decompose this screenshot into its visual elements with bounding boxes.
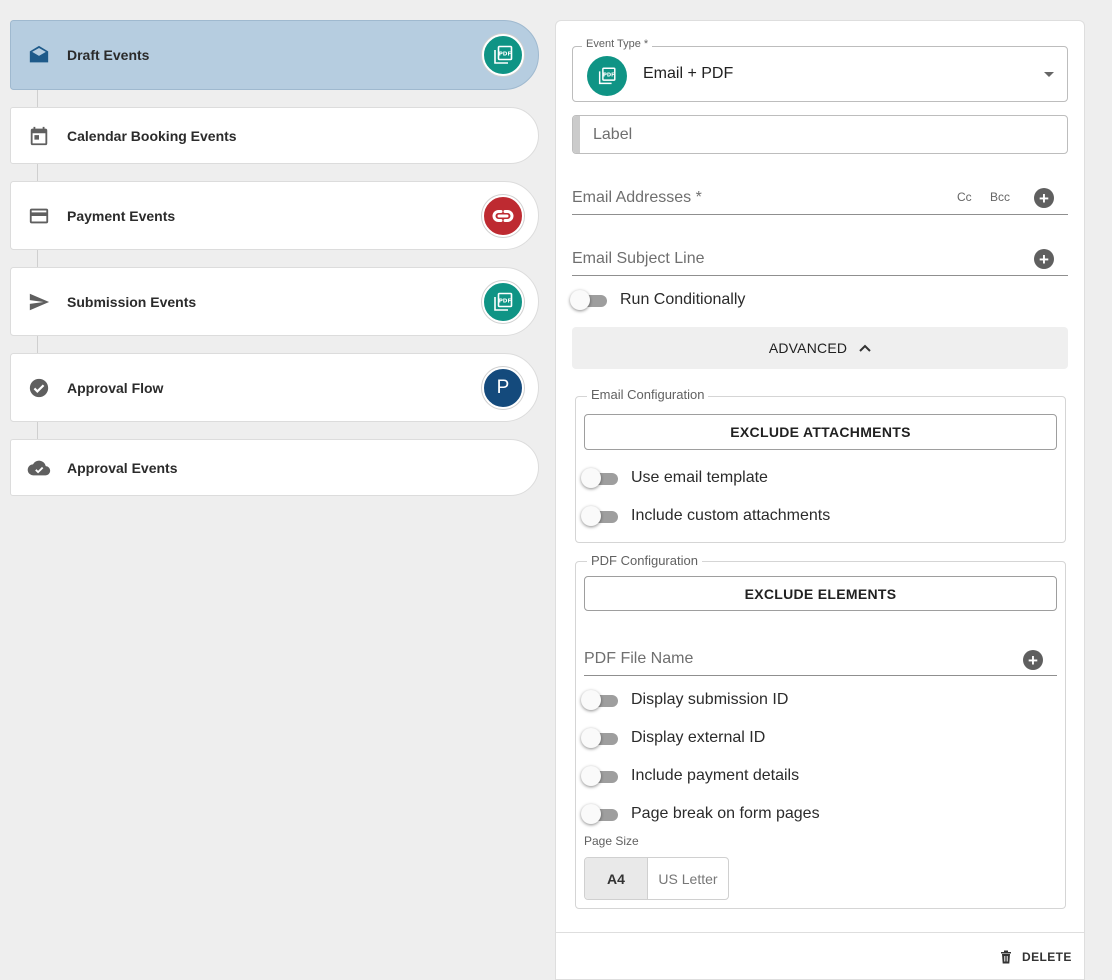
chevron-down-icon xyxy=(1044,72,1054,77)
page-size-label: Page Size xyxy=(584,834,639,848)
svg-text:PDF: PDF xyxy=(499,298,512,304)
svg-text:PDF: PDF xyxy=(499,52,512,58)
event-config-panel: PDF Email + PDF Event Type * Label Email… xyxy=(555,20,1085,980)
cc-button[interactable]: Cc xyxy=(957,190,972,204)
bcc-button[interactable]: Bcc xyxy=(990,190,1010,204)
event-label: Submission Events xyxy=(67,293,197,310)
connector xyxy=(37,163,38,181)
calendar-icon xyxy=(27,124,51,148)
use-email-template-toggle[interactable] xyxy=(581,468,618,488)
event-item-draft-events[interactable]: Draft Events PDF xyxy=(10,20,539,90)
delete-button[interactable]: DELETE xyxy=(1000,947,1072,967)
label-input[interactable]: Label xyxy=(572,115,1068,154)
run-conditionally-toggle[interactable] xyxy=(570,290,607,310)
event-item-payment-events[interactable]: Payment Events xyxy=(10,181,539,250)
display-external-id-toggle[interactable] xyxy=(581,728,618,748)
email-addresses-input[interactable] xyxy=(572,181,942,215)
advanced-label: ADVANCED xyxy=(768,340,848,356)
chevron-up-icon xyxy=(859,344,871,352)
include-custom-attachments-toggle[interactable] xyxy=(581,506,618,526)
exclude-elements-button[interactable]: EXCLUDE ELEMENTS xyxy=(584,576,1057,611)
pdf-icon: PDF xyxy=(494,45,513,64)
footer-divider xyxy=(556,932,1084,933)
label-placeholder: Label xyxy=(593,126,633,143)
exclude-attachments-button[interactable]: EXCLUDE ATTACHMENTS xyxy=(584,414,1057,450)
event-label: Approval Flow xyxy=(67,379,164,396)
pdf-configuration-legend: PDF Configuration xyxy=(587,553,702,568)
connector xyxy=(37,335,38,353)
event-type-value: Email + PDF xyxy=(643,65,734,82)
page-break-toggle[interactable] xyxy=(581,804,618,824)
event-item-submission-events[interactable]: Submission Events PDF xyxy=(10,267,539,336)
event-label: Approval Events xyxy=(67,459,178,476)
page-size-toggle-group: A4 US Letter xyxy=(584,857,729,900)
pdf-badge: PDF xyxy=(482,280,524,323)
pdf-icon: PDF xyxy=(587,56,627,96)
event-label: Payment Events xyxy=(67,207,176,224)
label-input-accent xyxy=(573,116,580,153)
display-external-id-label: Display external ID xyxy=(631,729,766,746)
svg-text:PDF: PDF xyxy=(603,73,615,79)
email-subject-underline xyxy=(572,275,1068,276)
envelope-open-icon xyxy=(27,43,51,67)
pdf-badge: PDF xyxy=(482,34,524,76)
include-payment-details-toggle[interactable] xyxy=(581,766,618,786)
event-item-approval-flow[interactable]: Approval Flow P xyxy=(10,353,539,422)
cloud-check-icon xyxy=(27,456,51,480)
add-file-name-variable-icon[interactable]: + xyxy=(1023,650,1043,670)
email-configuration-legend: Email Configuration xyxy=(587,387,709,402)
use-email-template-label: Use email template xyxy=(631,469,768,486)
include-payment-details-label: Include payment details xyxy=(631,767,800,784)
run-conditionally-label: Run Conditionally xyxy=(620,291,746,308)
pdf-file-name-input[interactable] xyxy=(584,641,1014,675)
event-item-approval-events[interactable]: Approval Events xyxy=(10,439,539,496)
check-circle-icon xyxy=(27,376,51,400)
connector xyxy=(37,249,38,267)
event-item-calendar-booking-events[interactable]: Calendar Booking Events xyxy=(10,107,539,164)
pdf-file-name-underline xyxy=(584,675,1057,676)
event-label: Draft Events xyxy=(67,47,150,63)
event-type-select[interactable]: PDF Email + PDF xyxy=(572,46,1068,102)
include-custom-attachments-label: Include custom attachments xyxy=(631,507,831,524)
connector xyxy=(37,89,38,107)
add-subject-variable-icon[interactable]: + xyxy=(1034,249,1054,269)
payment-logo-icon xyxy=(492,209,514,222)
payment-badge xyxy=(482,194,524,237)
display-submission-id-label: Display submission ID xyxy=(631,691,789,708)
pdf-icon: PDF xyxy=(494,292,513,311)
page-size-us-letter-button[interactable]: US Letter xyxy=(648,858,728,899)
delete-label: DELETE xyxy=(1022,950,1072,964)
connector xyxy=(37,421,38,439)
page-size-a4-button[interactable]: A4 xyxy=(585,858,648,899)
page-break-label: Page break on form pages xyxy=(631,805,820,822)
event-type-legend: Event Type * xyxy=(582,38,653,50)
email-subject-input[interactable] xyxy=(572,243,1022,275)
credit-card-icon xyxy=(27,204,51,228)
approval-badge: P xyxy=(482,366,524,409)
add-email-icon[interactable]: + xyxy=(1034,188,1054,208)
send-icon xyxy=(27,290,51,314)
event-label: Calendar Booking Events xyxy=(67,127,237,144)
advanced-toggle-button[interactable]: ADVANCED xyxy=(572,327,1068,369)
trash-icon xyxy=(1000,950,1012,964)
display-submission-id-toggle[interactable] xyxy=(581,690,618,710)
